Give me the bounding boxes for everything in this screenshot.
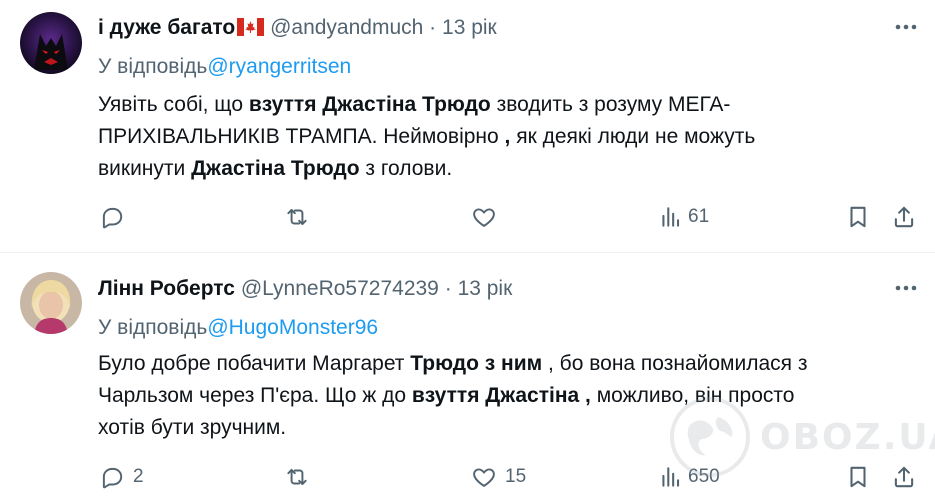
bookmark-button[interactable] [845,201,871,233]
reply-prefix: У відповідь [98,55,208,78]
retweet-button[interactable] [284,461,318,493]
more-horizontal-icon [895,285,917,291]
share-button[interactable] [891,201,917,233]
reply-context: У відповідь@ryangerritsen [98,53,351,81]
avatar[interactable] [20,272,82,334]
author-handle[interactable]: @andyandmuch [270,16,423,39]
views-button[interactable]: 61 [658,201,709,233]
share-upload-icon [894,206,914,228]
like-count: 15 [505,466,527,487]
views-bar-chart-icon [662,467,680,487]
tweet-card[interactable]: і дуже багато @andyandmuch · 13 рік У ві… [0,0,935,252]
tweet-header: і дуже багато @andyandmuch · 13 рік [98,14,497,44]
bookmark-icon [850,466,866,488]
retweet-icon [287,208,307,226]
text-line: Уявіть собі, що взуття Джастіна Трюдо зв… [98,93,731,116]
reply-button[interactable] [99,201,133,233]
tweet-card[interactable]: Лінн Робертс @LynneRo57274239 · 13 рік У… [0,253,935,499]
reply-to-link[interactable]: @HugoMonster96 [207,316,378,339]
share-upload-icon [894,466,914,488]
reply-count: 2 [133,466,144,487]
canada-flag-icon [237,16,265,44]
tweet-header: Лінн Робертс @LynneRo57274239 · 13 рік [98,275,512,303]
tweet-text: Було добре побачити Маргарет Трюдо з ним… [98,348,908,444]
tweet-text: Уявіть собі, що взуття Джастіна Трюдо зв… [98,89,908,185]
reply-bubble-icon [102,207,123,229]
views-count: 650 [688,466,720,487]
author-name[interactable]: і дуже багато [98,16,235,39]
like-button[interactable]: 15 [471,461,526,493]
text-line: хотів бути зручним. [98,416,287,439]
text-line: ПРИХІВАЛЬНИКІВ ТРАМПА. Неймовірно , як д… [98,125,756,148]
views-count: 61 [688,206,710,227]
action-bar: 61 [0,201,935,233]
heart-icon [473,208,495,227]
timestamp[interactable]: 13 рік [458,277,513,300]
reply-prefix: У відповідь [98,316,208,339]
views-bar-chart-icon [662,207,680,227]
bookmark-button[interactable] [845,461,871,493]
more-options-button[interactable] [891,273,921,303]
separator-dot: · [429,16,437,39]
separator-dot: · [444,277,452,300]
action-bar: 2 15 650 [0,461,935,493]
text-line: Було добре побачити Маргарет Трюдо з ним… [98,352,808,375]
timestamp[interactable]: 13 рік [442,16,497,39]
share-button[interactable] [891,461,917,493]
more-options-button[interactable] [891,12,921,42]
heart-icon [473,468,495,487]
more-horizontal-icon [895,24,917,30]
avatar[interactable] [20,12,82,74]
reply-context: У відповідь@HugoMonster96 [98,314,378,342]
bookmark-icon [850,206,866,228]
retweet-icon [287,468,307,486]
author-name[interactable]: Лінн Робертс [98,277,235,300]
reply-to-link[interactable]: @ryangerritsen [207,55,351,78]
retweet-button[interactable] [284,201,318,233]
text-line: Чарльзом через П'єра. Що ж до взуття Джа… [98,384,795,407]
reply-bubble-icon [102,467,123,489]
reply-button[interactable]: 2 [99,461,144,493]
like-button[interactable] [471,201,505,233]
text-line: викинути Джастіна Трюдо з голови. [98,157,453,180]
views-button[interactable]: 650 [658,461,720,493]
author-handle[interactable]: @LynneRo57274239 [241,277,439,300]
